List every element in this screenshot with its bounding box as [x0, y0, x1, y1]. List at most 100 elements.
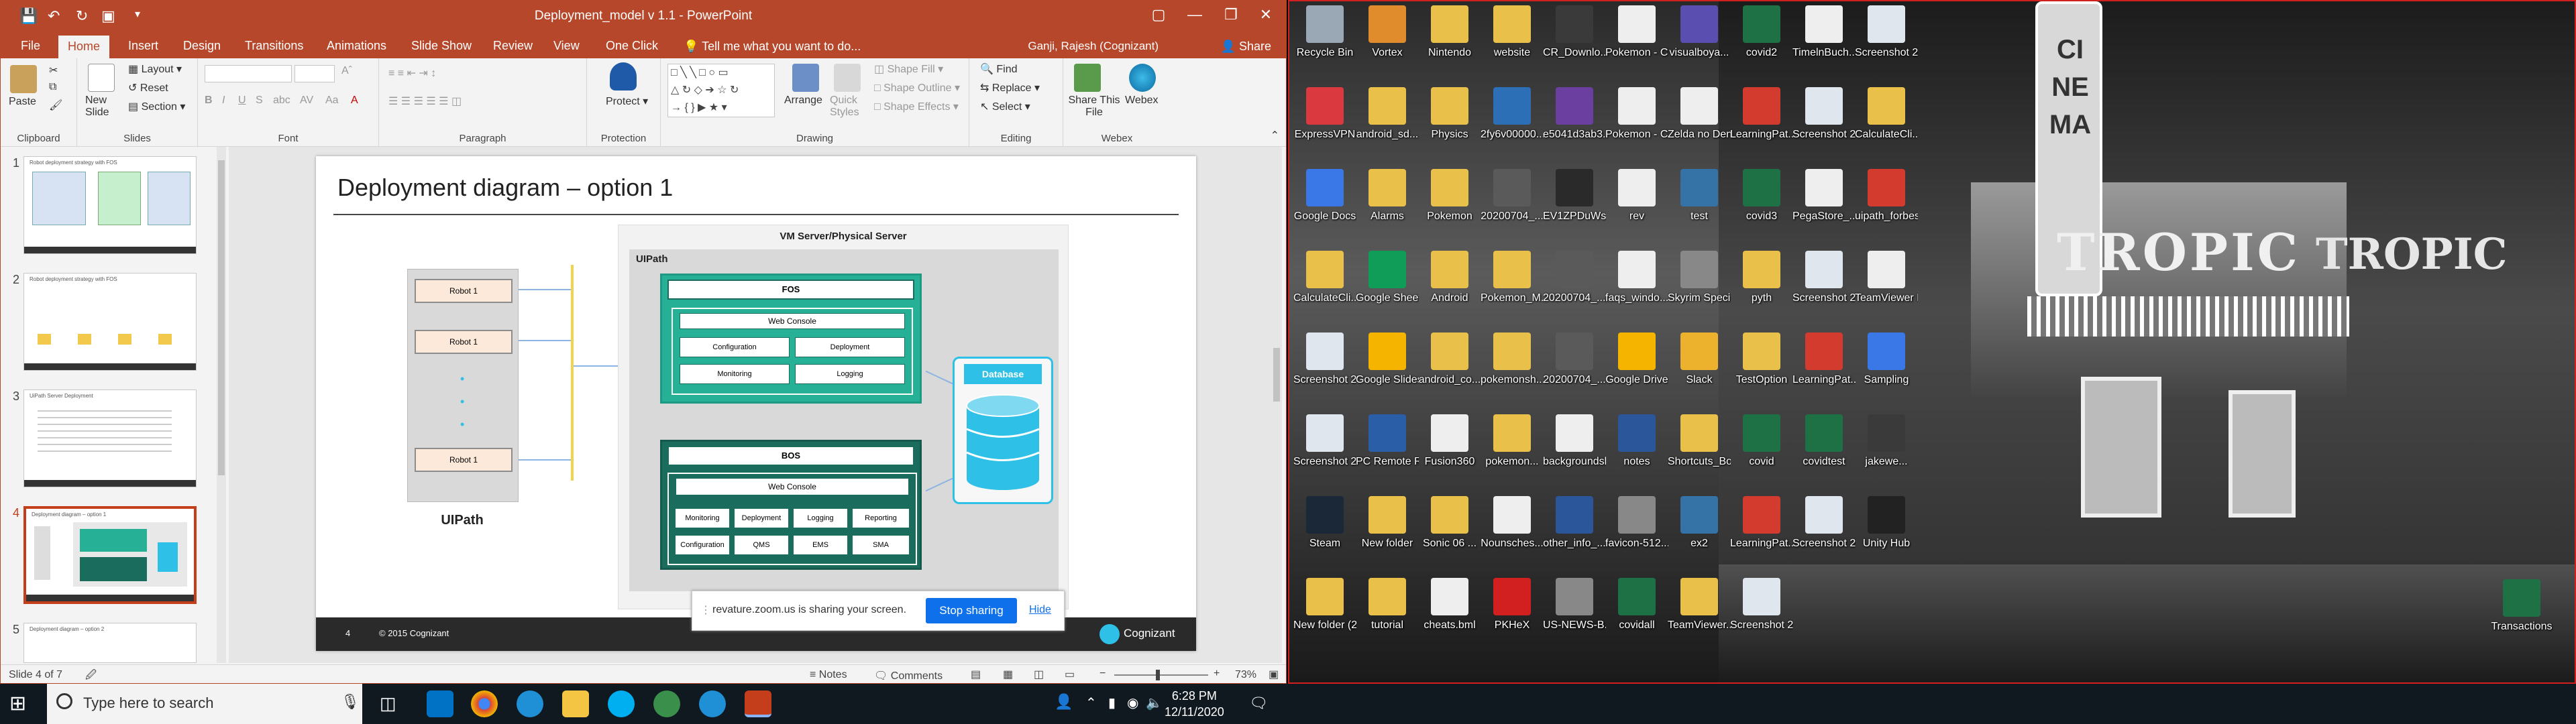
tab-one-click[interactable]: One Click	[599, 37, 665, 55]
desktop-icon[interactable]: Zelda no Densetsu -...	[1668, 87, 1731, 141]
bos-cell[interactable]: Monitoring	[676, 509, 729, 528]
desktop-icon[interactable]: Vortex	[1356, 5, 1419, 59]
tab-file[interactable]: File	[14, 37, 47, 55]
desktop-icon[interactable]: New folder (2)	[1293, 578, 1356, 631]
bold-icon[interactable]: B	[205, 95, 213, 107]
spelling-icon[interactable]: 🖉	[85, 668, 97, 683]
tell-me-search[interactable]: 💡 Tell me what you want to do...	[684, 40, 861, 54]
underline-icon[interactable]: U	[238, 95, 246, 107]
desktop-icon[interactable]: LearningPat...	[1792, 333, 1856, 386]
minimize-button[interactable]: —	[1181, 6, 1208, 23]
grow-font-icon[interactable]: Aˆ	[341, 65, 352, 77]
format-painter-icon[interactable]: 🖌	[49, 99, 62, 112]
desktop-icon[interactable]: ExpressVPN	[1293, 87, 1356, 141]
outlook-icon[interactable]	[427, 690, 453, 717]
layout-button[interactable]: ▦ Layout ▾	[128, 62, 182, 76]
desktop-icon[interactable]: Google Slides	[1356, 333, 1419, 386]
bos-cell[interactable]: Configuration	[676, 536, 729, 554]
robot-box[interactable]: Robot 1	[415, 279, 513, 303]
slide-thumbnail-1[interactable]: Robot deployment strategy with FOS	[23, 156, 197, 254]
server-box[interactable]: VM Server/Physical Server UIPath FOS Web…	[618, 225, 1069, 609]
new-slide-button[interactable]: New Slide	[85, 95, 119, 119]
desktop-icon[interactable]: CR_Downlo...	[1543, 5, 1606, 59]
change-case-icon[interactable]: Aa	[325, 95, 339, 107]
bos-cell[interactable]: QMS	[735, 536, 788, 554]
fos-web-console[interactable]: Web Console	[680, 313, 905, 329]
network-icon[interactable]: ◉	[1127, 695, 1138, 711]
desktop-icon[interactable]: CalculateCli...	[1855, 87, 1918, 141]
close-button[interactable]: ✕	[1252, 6, 1279, 23]
desktop-icon[interactable]: other_info_...	[1543, 496, 1606, 550]
desktop-icon[interactable]: EV1ZPDuWs...	[1543, 169, 1606, 223]
desktop-icon[interactable]: 20200704_...	[1481, 169, 1544, 223]
zoom-level[interactable]: 73%	[1235, 669, 1256, 681]
desktop-icon[interactable]: cheats.bml	[1418, 578, 1481, 631]
desktop-icon[interactable]: Pokemon_M...	[1481, 251, 1544, 304]
task-view-icon[interactable]: ◫	[380, 693, 396, 714]
restore-button[interactable]: ❐	[1218, 6, 1244, 23]
bos-cell[interactable]: EMS	[794, 536, 847, 554]
share-this-file-button[interactable]: Share This File	[1067, 95, 1121, 119]
fos-cell[interactable]: Configuration	[680, 337, 790, 357]
protect-icon[interactable]	[610, 62, 637, 90]
desktop-icon[interactable]: website	[1481, 5, 1544, 59]
desktop-icon[interactable]: PegaStore_...	[1792, 169, 1856, 223]
battery-icon[interactable]: ▮	[1108, 695, 1116, 711]
select-button[interactable]: ↖ Select ▾	[980, 100, 1030, 113]
font-color-icon[interactable]: A	[351, 95, 358, 107]
zoom-slider[interactable]	[1114, 670, 1208, 680]
desktop-icon[interactable]: pokemon...	[1481, 414, 1544, 468]
edge-icon[interactable]	[517, 690, 543, 717]
drag-handle-icon[interactable]: ⋮	[700, 603, 711, 617]
zoom-out-icon[interactable]: −	[1099, 668, 1106, 680]
desktop-icon[interactable]: pokemonsh...	[1481, 333, 1544, 386]
desktop-icon[interactable]: New folder	[1356, 496, 1419, 550]
desktop-icon[interactable]: Sonic 06 ...	[1418, 496, 1481, 550]
collapse-ribbon-icon[interactable]: ⌃	[1271, 129, 1279, 142]
slide-thumbnail-4[interactable]: Deployment diagram – option 1	[23, 506, 197, 604]
desktop-icon[interactable]: Unity Hub	[1855, 496, 1918, 550]
desktop-icon[interactable]: Slack	[1668, 333, 1731, 386]
tab-animations[interactable]: Animations	[320, 37, 393, 55]
desktop-icon[interactable]: PC Remote Receiver	[1356, 414, 1419, 468]
desktop-icon[interactable]: Screenshot 2020-12-...	[1792, 496, 1856, 550]
reading-view-icon[interactable]: ◫	[1034, 668, 1044, 681]
fos-cell[interactable]: Monitoring	[680, 364, 790, 384]
desktop-icon[interactable]: backgroundsketches-...	[1543, 414, 1606, 468]
account-name[interactable]: Ganji, Rajesh (Cognizant)	[1028, 40, 1159, 53]
desktop-icon[interactable]: Recycle Bin	[1293, 5, 1356, 59]
file-explorer-icon[interactable]	[562, 690, 589, 717]
desktop-icon[interactable]: Android	[1418, 251, 1481, 304]
desktop-icon[interactable]: covidtest	[1792, 414, 1856, 468]
notifications-icon[interactable]: 🗨	[1249, 695, 1268, 712]
desktop-icon[interactable]: Screenshot 2020-11-...	[1293, 333, 1356, 386]
copy-icon[interactable]: ⧉	[49, 81, 56, 93]
bos-web-console[interactable]: Web Console	[676, 478, 909, 495]
bos-cell[interactable]: SMA	[853, 536, 909, 554]
desktop-icon[interactable]: covid2	[1730, 5, 1793, 59]
shape-effects-button[interactable]: □ Shape Effects ▾	[874, 100, 959, 113]
desktop-icon[interactable]: 20200704_...(1)	[1543, 251, 1606, 304]
desktop-icon[interactable]: TimelnBuch...	[1792, 5, 1856, 59]
slide-title[interactable]: Deployment diagram – option 1	[337, 174, 673, 202]
slide-sorter-icon[interactable]: ▦	[1003, 668, 1013, 681]
quick-styles-button[interactable]: Quick Styles	[830, 95, 866, 119]
desktop-icon[interactable]: Transactions	[2490, 579, 2553, 633]
tab-review[interactable]: Review	[486, 37, 539, 55]
paste-icon[interactable]	[10, 65, 37, 93]
paste-button[interactable]: Paste	[9, 96, 36, 108]
desktop-icon[interactable]: Shortcuts_Bookmar...	[1668, 414, 1731, 468]
desktop-icon[interactable]: visualboya...	[1668, 5, 1731, 59]
desktop-icon[interactable]: e5041d3ab3...	[1543, 87, 1606, 141]
desktop-icon[interactable]: jakewe...	[1855, 414, 1918, 468]
normal-view-icon[interactable]: ▤	[971, 668, 981, 681]
find-button[interactable]: 🔍 Find	[980, 62, 1018, 76]
slide-thumbnail-2[interactable]: Robot deployment strategy with FOS	[23, 273, 197, 371]
desktop-icon[interactable]: Google Sheets	[1356, 251, 1419, 304]
desktop-icon[interactable]: android_co...	[1418, 333, 1481, 386]
skype-icon[interactable]	[608, 690, 635, 717]
char-spacing-icon[interactable]: AV	[300, 95, 313, 107]
tab-slide-show[interactable]: Slide Show	[405, 37, 478, 55]
taskbar-search-box[interactable]: Type here to search 🎙	[47, 684, 362, 724]
desktop-icon[interactable]: Screenshot 2020-11-...	[1792, 251, 1856, 304]
